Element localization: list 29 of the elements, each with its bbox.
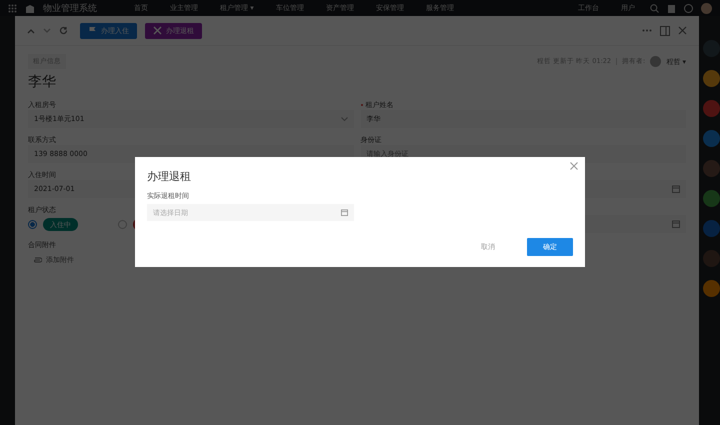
building-logo-icon — [25, 4, 35, 12]
calendar-icon — [672, 185, 680, 193]
avatar-icon — [650, 56, 662, 67]
dialog-title: 办理退租 — [147, 169, 192, 184]
app-name[interactable]: 物业管理系统 — [43, 2, 97, 14]
search-icon[interactable] — [650, 4, 659, 12]
close-icon[interactable] — [570, 162, 578, 170]
app-grid-icon[interactable] — [8, 4, 17, 12]
side-panel-icon[interactable] — [660, 26, 670, 36]
chevron-down-icon — [340, 117, 348, 121]
app-shortcut-icon[interactable] — [703, 70, 720, 87]
help-icon[interactable] — [684, 4, 693, 12]
app-shortcut-icon[interactable] — [703, 280, 720, 297]
more-icon[interactable] — [642, 29, 652, 32]
notification-icon[interactable] — [667, 4, 676, 12]
record-title: 李华 — [28, 73, 57, 91]
calendar-icon — [672, 220, 680, 228]
radio-button[interactable] — [28, 220, 37, 228]
app-shortcut-icon[interactable] — [703, 220, 720, 237]
app-shortcut-icon[interactable] — [703, 160, 720, 177]
refresh-icon[interactable] — [59, 26, 68, 35]
close-icon[interactable] — [678, 26, 687, 35]
app-shortcut-icon[interactable] — [703, 100, 720, 117]
app-shortcut-icon[interactable] — [703, 190, 720, 207]
paperclip-icon — [33, 257, 42, 263]
avatar-icon[interactable] — [701, 2, 712, 14]
app-shortcut-icon[interactable] — [703, 130, 720, 147]
x-icon — [153, 26, 162, 35]
calendar-icon — [341, 209, 348, 216]
